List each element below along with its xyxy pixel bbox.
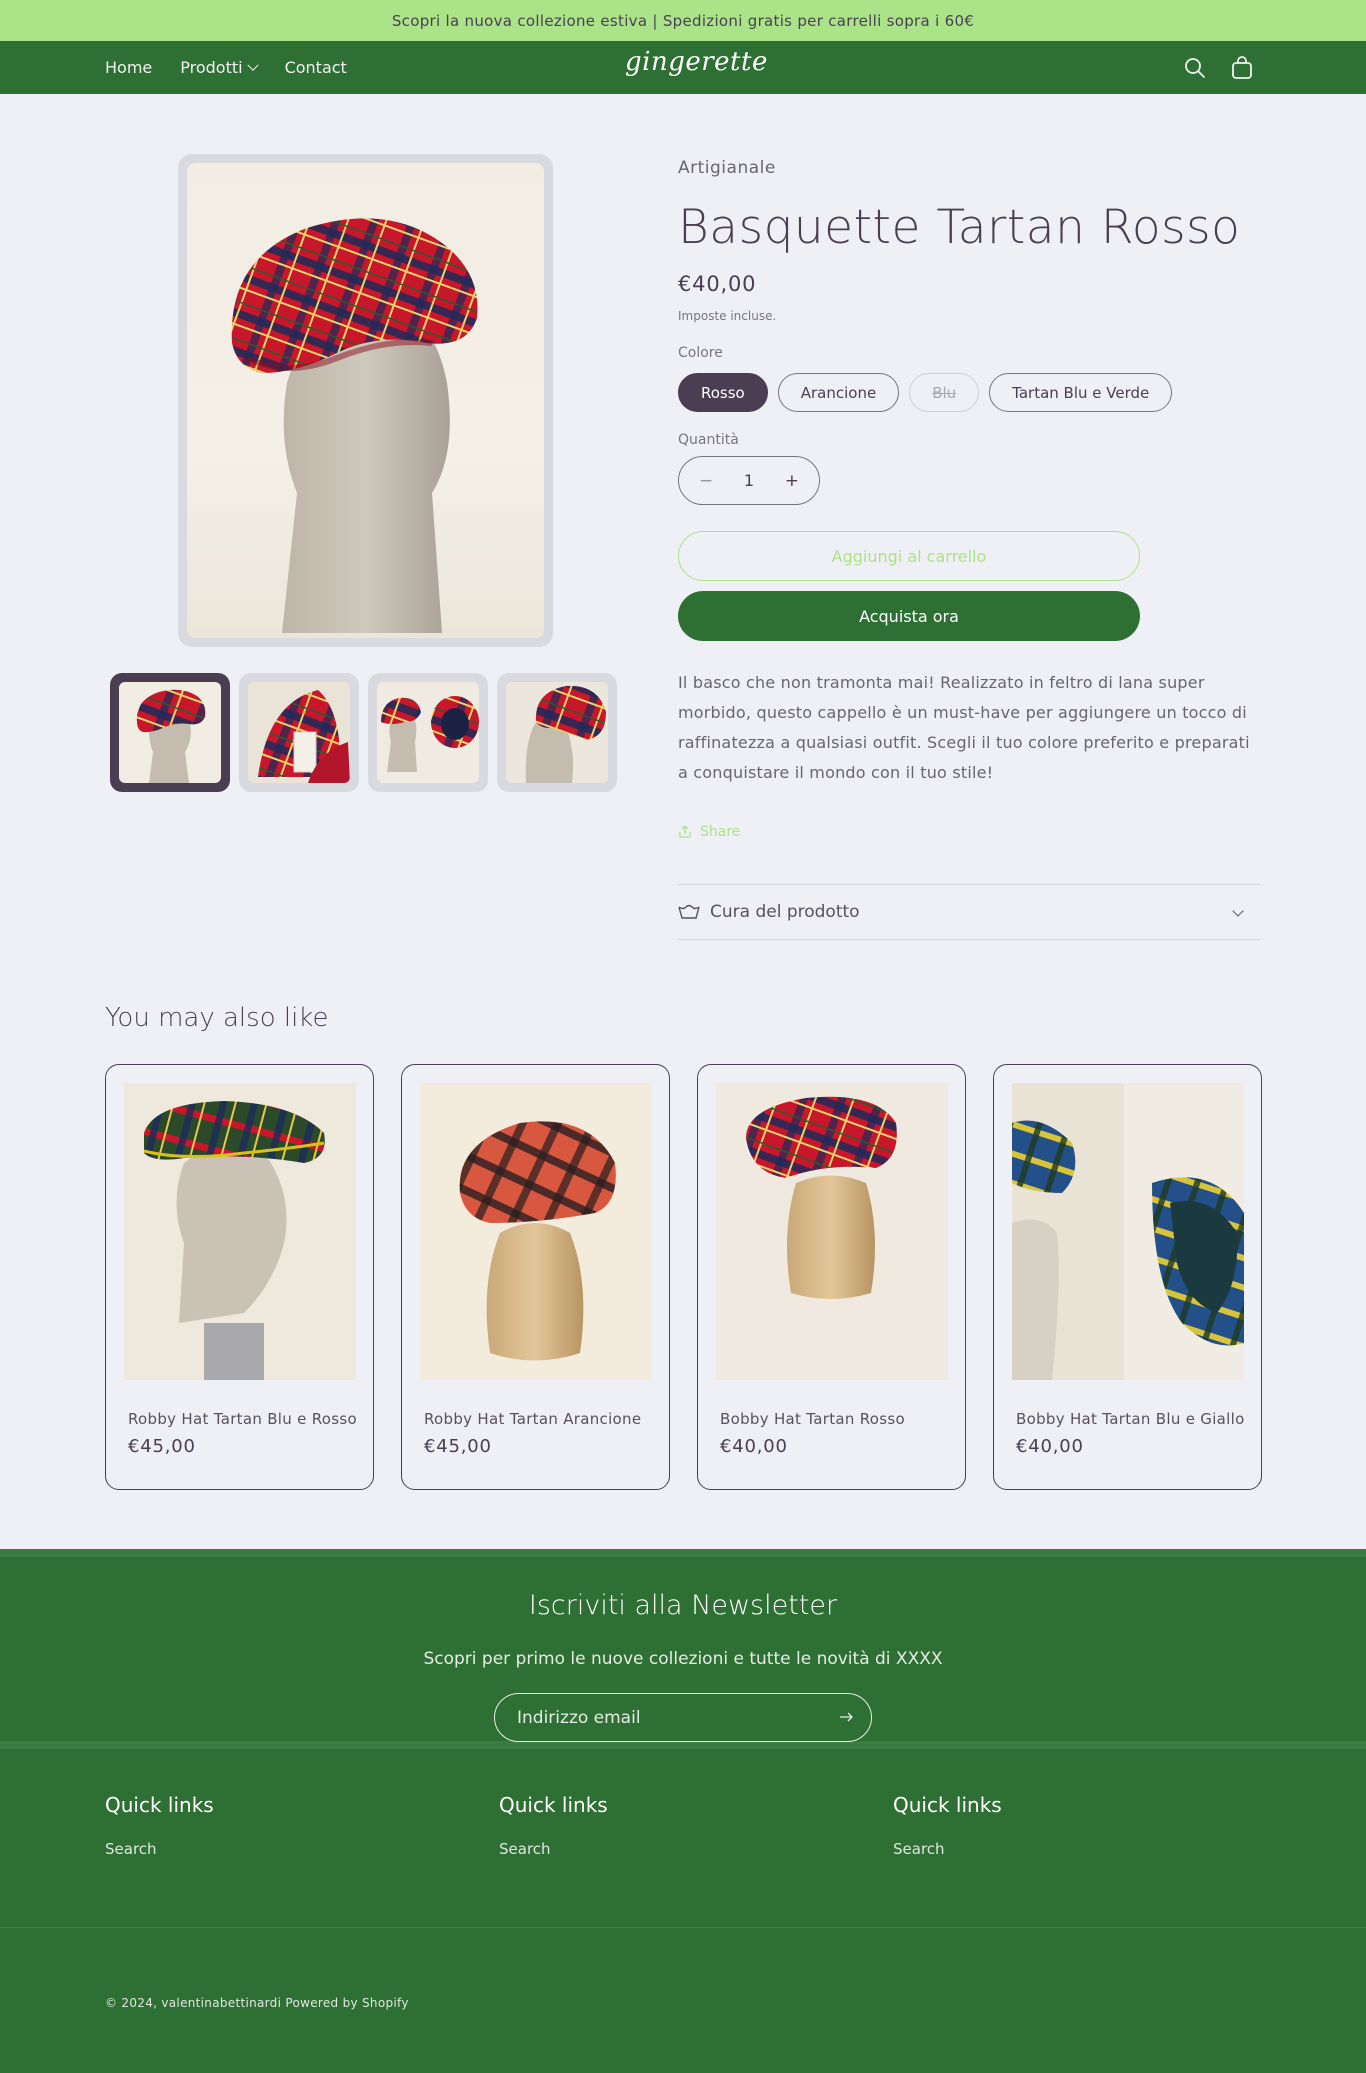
product-vendor: Artigianale: [678, 158, 776, 178]
share-label: Share: [700, 824, 741, 840]
newsletter-title: Iscriviti alla Newsletter: [528, 1590, 838, 1621]
product-card-3-image: [746, 1096, 897, 1299]
product-card-1-image: [143, 1101, 325, 1380]
thumbnail-1[interactable]: [110, 673, 230, 792]
related-products: Robby Hat Tartan Blu e Rosso €45,00 Robb…: [105, 1064, 1262, 1490]
arrow-right-icon[interactable]: [837, 1708, 855, 1726]
product-main-image[interactable]: [178, 154, 553, 647]
thumbnail-4[interactable]: [497, 673, 617, 792]
product-card-2-image: [459, 1121, 616, 1361]
product-card-4-image: [1012, 1083, 1244, 1380]
main-nav: Home Prodotti Contact: [105, 41, 347, 94]
product-price: €40,00: [678, 272, 757, 296]
thumbnail-3-image: [381, 696, 479, 772]
product-card-name: Robby Hat Tartan Arancione: [424, 1410, 642, 1428]
nav-contact[interactable]: Contact: [285, 58, 347, 77]
color-option-rosso[interactable]: Rosso: [678, 373, 768, 412]
wash-basin-icon: [678, 904, 700, 919]
thumbnail-2[interactable]: [239, 673, 359, 792]
product-card-price: €45,00: [128, 1436, 196, 1457]
thumbnail-4-image: [525, 685, 606, 783]
quantity-stepper: − 1 +: [678, 456, 820, 505]
share-button[interactable]: Share: [678, 824, 740, 840]
thumbnail-3[interactable]: [368, 673, 488, 792]
quantity-label: Quantità: [678, 432, 739, 448]
product-card-name: Bobby Hat Tartan Rosso: [720, 1410, 905, 1428]
tax-note: Imposte incluse.: [678, 309, 777, 323]
color-option-arancione[interactable]: Arancione: [777, 373, 900, 412]
nav-prodotti[interactable]: Prodotti: [180, 58, 259, 77]
color-option-tartan-blu-verde[interactable]: Tartan Blu e Verde: [989, 373, 1173, 412]
footer-link-search[interactable]: Search: [105, 1840, 157, 1858]
share-icon: [679, 825, 691, 838]
care-label: Cura del prodotto: [710, 902, 860, 922]
footer-divider: [0, 1927, 1366, 1928]
site-header: Home Prodotti Contact gingerette: [0, 41, 1366, 94]
copyright: © 2024, valentinabettinardi Powered by S…: [105, 1996, 409, 2010]
product-care-accordion[interactable]: Cura del prodotto: [678, 884, 1260, 940]
product-card-price: €45,00: [424, 1436, 492, 1457]
product-title: Basquette Tartan Rosso: [678, 200, 1241, 255]
footer-column-1: Quick links Search: [105, 1793, 214, 1858]
color-options: Rosso Arancione Blu Tartan Blu e Verde: [678, 373, 1173, 412]
related-title: You may also like: [105, 1003, 329, 1033]
footer-heading: Quick links: [893, 1793, 1002, 1817]
hat-on-mannequin-image: [231, 218, 478, 633]
product-description: Il basco che non tramonta mai! Realizzat…: [678, 673, 1250, 782]
bag-icon[interactable]: [1229, 55, 1255, 81]
announcement-bar: Scopri la nuova collezione estiva | Sped…: [0, 0, 1366, 41]
site-footer: Quick links Search Quick links Search Qu…: [0, 1749, 1366, 2073]
chevron-down-icon: [246, 59, 259, 71]
footer-column-3: Quick links Search: [893, 1793, 1002, 1858]
product-thumbnails: [110, 673, 617, 792]
product-card-price: €40,00: [720, 1436, 788, 1457]
footer-heading: Quick links: [105, 1793, 214, 1817]
color-option-blu[interactable]: Blu: [909, 373, 980, 412]
product-card-name: Robby Hat Tartan Blu e Rosso: [128, 1410, 357, 1428]
footer-link-search[interactable]: Search: [499, 1840, 551, 1858]
footer-column-2: Quick links Search: [499, 1793, 608, 1858]
search-icon[interactable]: [1182, 55, 1208, 81]
buy-now-button[interactable]: Acquista ora: [678, 591, 1140, 641]
thumbnail-2-image: [258, 690, 350, 783]
newsletter-section: Iscriviti alla Newsletter Scopri per pri…: [0, 1549, 1366, 1749]
email-placeholder: Indirizzo email: [517, 1707, 641, 1728]
announcement-text: Scopri la nuova collezione estiva | Sped…: [391, 11, 975, 30]
nav-home[interactable]: Home: [105, 58, 152, 77]
color-label: Colore: [678, 345, 723, 361]
product-card-3[interactable]: Bobby Hat Tartan Rosso €40,00: [697, 1064, 966, 1490]
quantity-decrease-button[interactable]: −: [699, 471, 713, 491]
newsletter-subtitle: Scopri per primo le nuove collezioni e t…: [423, 1649, 943, 1669]
product-card-4[interactable]: Bobby Hat Tartan Blu e Giallo €40,00: [993, 1064, 1262, 1490]
product-card-1[interactable]: Robby Hat Tartan Blu e Rosso €45,00: [105, 1064, 374, 1490]
product-card-price: €40,00: [1016, 1436, 1084, 1457]
product-card-name: Bobby Hat Tartan Blu e Giallo: [1016, 1410, 1245, 1428]
quantity-increase-button[interactable]: +: [785, 471, 799, 491]
footer-link-search[interactable]: Search: [893, 1840, 945, 1858]
email-field[interactable]: Indirizzo email: [494, 1693, 872, 1742]
footer-heading: Quick links: [499, 1793, 608, 1817]
site-logo[interactable]: gingerette: [625, 47, 768, 77]
quantity-input[interactable]: 1: [744, 471, 754, 490]
product-card-2[interactable]: Robby Hat Tartan Arancione €45,00: [401, 1064, 670, 1490]
add-to-cart-button[interactable]: Aggiungi al carrello: [678, 531, 1140, 581]
chevron-down-icon: [1232, 905, 1244, 917]
nav-prodotti-label: Prodotti: [180, 58, 243, 77]
thumbnail-1-image: [136, 689, 206, 783]
